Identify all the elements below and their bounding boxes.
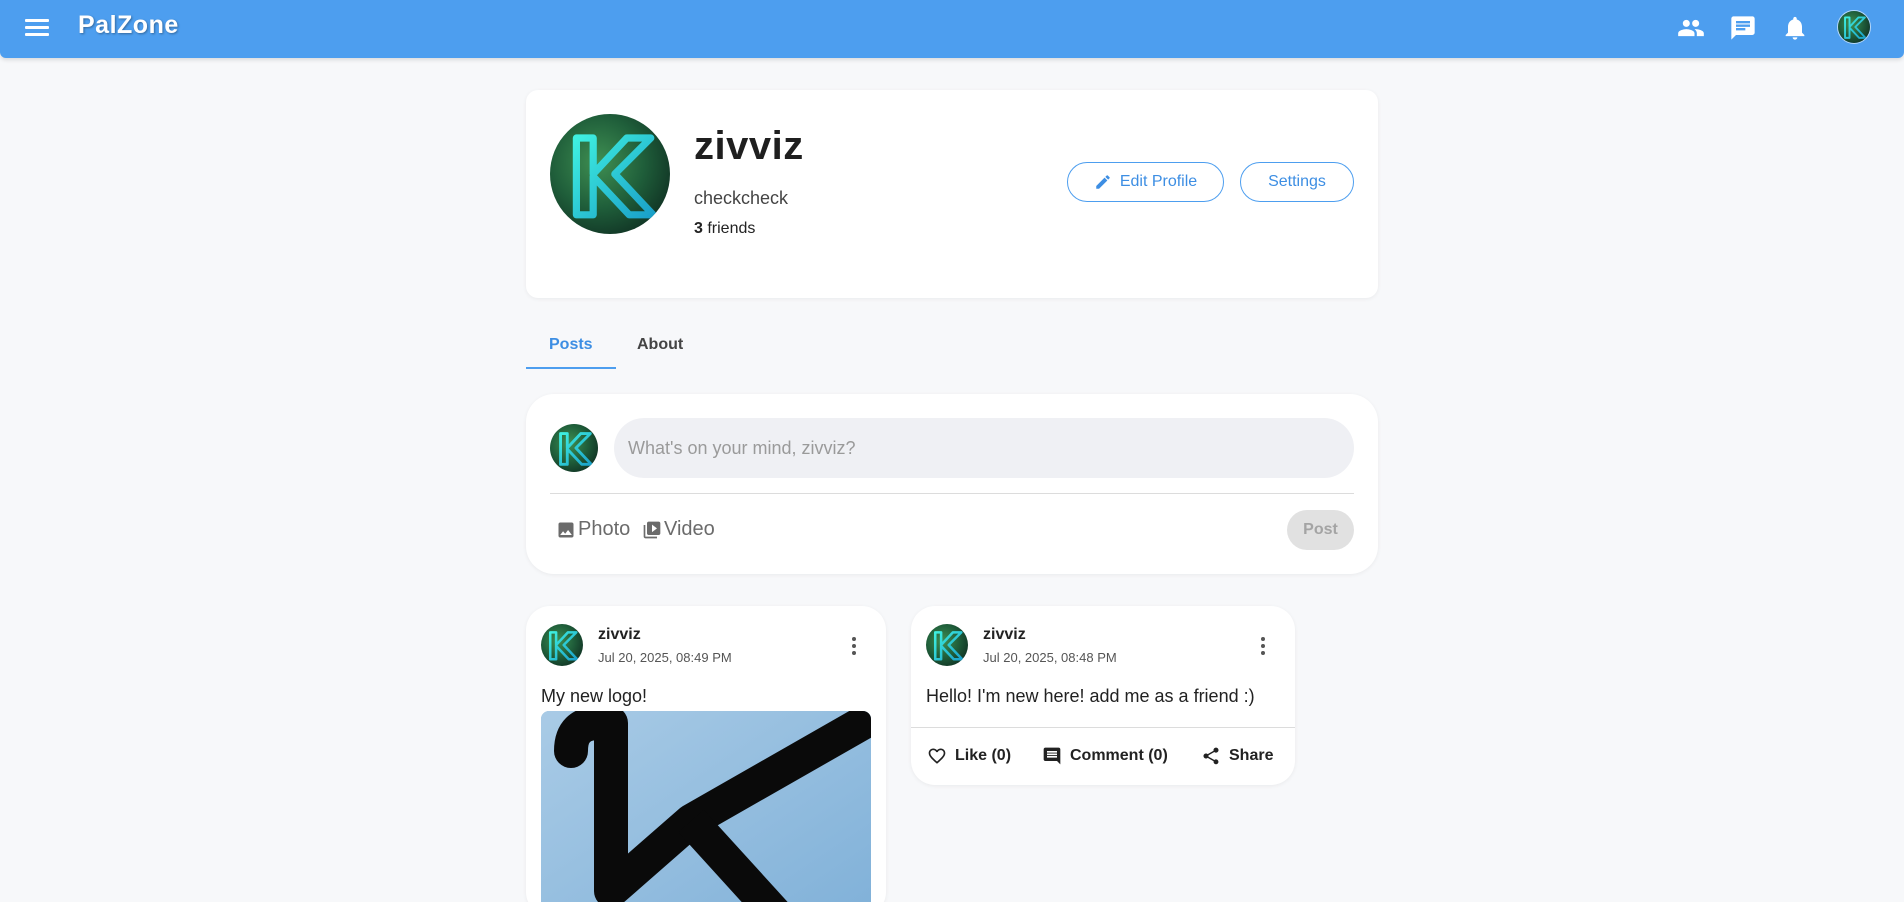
- tab-posts[interactable]: Posts: [549, 336, 593, 354]
- composer-avatar: [550, 424, 598, 472]
- video-button[interactable]: Video: [642, 518, 715, 541]
- post-composer: Photo Video Post: [526, 394, 1378, 574]
- post-card: zivviz Jul 20, 2025, 08:48 PM Hello! I'm…: [911, 606, 1295, 785]
- like-button[interactable]: Like (0): [927, 746, 1011, 766]
- like-label: Like (0): [955, 747, 1012, 764]
- more-options-icon[interactable]: [844, 634, 864, 658]
- photo-button[interactable]: Photo: [556, 518, 630, 541]
- comment-button[interactable]: Comment (0): [1042, 746, 1168, 766]
- friends-label: friends: [702, 220, 756, 237]
- post-image[interactable]: [541, 711, 871, 902]
- composer-divider: [550, 493, 1354, 494]
- photo-label: Photo: [578, 518, 631, 540]
- post-avatar[interactable]: [926, 624, 968, 666]
- menu-icon[interactable]: [24, 15, 50, 41]
- friends-number: 3: [694, 220, 703, 237]
- video-label: Video: [664, 518, 715, 540]
- active-tab-indicator: [526, 367, 616, 369]
- post-timestamp: Jul 20, 2025, 08:48 PM: [983, 650, 1117, 665]
- post-input[interactable]: [614, 418, 1354, 478]
- post-divider: [911, 727, 1295, 728]
- profile-avatar: [550, 114, 670, 234]
- bell-icon[interactable]: [1781, 14, 1809, 42]
- share-button[interactable]: Share: [1201, 746, 1273, 766]
- post-author[interactable]: zivviz: [598, 626, 641, 644]
- share-label: Share: [1229, 747, 1274, 764]
- post-button[interactable]: Post: [1287, 510, 1354, 550]
- app-bar: PalZone: [0, 0, 1904, 58]
- post-avatar[interactable]: [541, 624, 583, 666]
- profile-bio: checkcheck: [694, 188, 789, 208]
- share-icon: [1203, 747, 1219, 765]
- friends-count[interactable]: 3 friends: [694, 220, 755, 238]
- people-icon[interactable]: [1677, 14, 1705, 42]
- post-card: zivviz Jul 20, 2025, 08:49 PM My new log…: [526, 606, 886, 902]
- post-text: My new logo!: [541, 686, 648, 706]
- comment-label: Comment (0): [1070, 747, 1168, 764]
- more-options-icon[interactable]: [1253, 634, 1273, 658]
- video-library-icon: [643, 521, 661, 538]
- profile-name: zivviz: [694, 124, 804, 168]
- comment-icon: [1043, 747, 1061, 765]
- brand-logo[interactable]: PalZone: [78, 11, 179, 40]
- account-avatar[interactable]: [1837, 10, 1871, 44]
- tab-about[interactable]: About: [637, 336, 683, 354]
- image-icon: [558, 522, 574, 537]
- profile-card: zivviz checkcheck 3 friends Edit Profile…: [526, 90, 1378, 298]
- settings-button[interactable]: Settings: [1240, 162, 1354, 202]
- post-author[interactable]: zivviz: [983, 626, 1026, 644]
- edit-profile-label: Edit Profile: [1119, 173, 1198, 190]
- settings-label: Settings: [1268, 173, 1326, 190]
- post-text: Hello! I'm new here! add me as a friend …: [926, 686, 1255, 706]
- chat-icon[interactable]: [1729, 14, 1757, 42]
- heart-outline-icon: [928, 748, 946, 764]
- post-timestamp: Jul 20, 2025, 08:49 PM: [598, 650, 732, 665]
- edit-profile-button[interactable]: Edit Profile: [1067, 162, 1224, 202]
- pencil-icon: [1096, 175, 1110, 189]
